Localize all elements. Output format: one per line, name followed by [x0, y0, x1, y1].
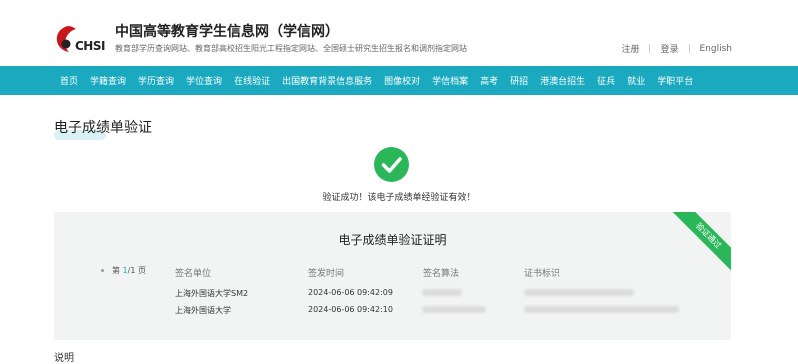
nav-item-degree-record-query[interactable]: 学历查询: [138, 74, 174, 87]
header-signing-unit: 签名单位: [175, 269, 212, 279]
success-message: 验证成功！该电子成绩单经验证有效！: [322, 193, 476, 203]
pager: 第 1/1 页: [101, 265, 146, 276]
logo-text: CHSI: [75, 39, 105, 53]
nav-item-archive[interactable]: 学信档案: [432, 74, 468, 87]
nav-item-enrollment-query[interactable]: 学籍查询: [90, 74, 126, 87]
login-link[interactable]: 登录: [660, 42, 678, 55]
divider: [688, 44, 690, 53]
site-title: 中国高等教育学生信息网（学信网）: [115, 24, 339, 40]
verification-card: 验证通过 电子成绩单验证证明 第 1/1 页 签名单位 签发时间 签名算法 证书…: [54, 212, 731, 340]
row1-cert-redacted: [524, 289, 634, 296]
register-link[interactable]: 注册: [621, 42, 639, 55]
nav-item-gaokao[interactable]: 高考: [480, 74, 498, 87]
english-link[interactable]: English: [700, 44, 733, 54]
header-sign-algorithm: 签名算法: [423, 269, 460, 279]
nav-item-degree-query[interactable]: 学位查询: [186, 74, 222, 87]
page-title: 电子成绩单验证: [54, 120, 152, 136]
nav-item-employment[interactable]: 就业: [627, 74, 645, 87]
bullet-icon: [101, 269, 104, 272]
header-cert-id: 证书标识: [524, 269, 561, 279]
row1-algorithm-redacted: [422, 289, 462, 296]
nav-item-home[interactable]: 首页: [60, 74, 78, 87]
row1-unit: 上海外国语大学SM2: [175, 289, 249, 298]
divider: [649, 44, 651, 53]
nav-item-overseas-education[interactable]: 出国教育背景信息服务: [282, 74, 372, 87]
nav-item-career-platform[interactable]: 学职平台: [657, 74, 693, 87]
main-nav: 首页 学籍查询 学历查询 学位查询 在线验证 出国教育背景信息服务 图像校对 学…: [0, 66, 798, 95]
nav-item-conscription[interactable]: 征兵: [597, 74, 615, 87]
success-check-icon: [374, 147, 409, 182]
row2-unit: 上海外国语大学: [175, 306, 231, 315]
site-subtitle: 教育部学历查询网站、教育部高校招生阳光工程指定网站、全国硕士研究生招生报名和调剂…: [115, 44, 467, 53]
top-links: 注册 登录 English: [621, 42, 733, 56]
pager-suffix: /1 页: [127, 266, 146, 275]
row2-time: 2024-06-06 09:42:10: [308, 305, 393, 314]
row2-cert-redacted: [524, 306, 679, 313]
row2-algorithm-redacted: [422, 306, 486, 313]
nav-item-image-proofing[interactable]: 图像校对: [384, 74, 420, 87]
row1-time: 2024-06-06 09:42:09: [308, 288, 393, 297]
card-title: 电子成绩单验证证明: [338, 233, 447, 247]
nav-item-online-verification[interactable]: 在线验证: [234, 74, 270, 87]
pager-prefix: 第: [112, 266, 123, 275]
site-header: CHSI 中国高等教育学生信息网（学信网） 教育部学历查询网站、教育部高校招生阳…: [0, 0, 798, 66]
nav-item-graduate-admission[interactable]: 研招: [510, 74, 528, 87]
header-issue-time: 签发时间: [308, 269, 345, 279]
nav-item-hk-macao-taiwan[interactable]: 港澳台招生: [540, 74, 585, 87]
